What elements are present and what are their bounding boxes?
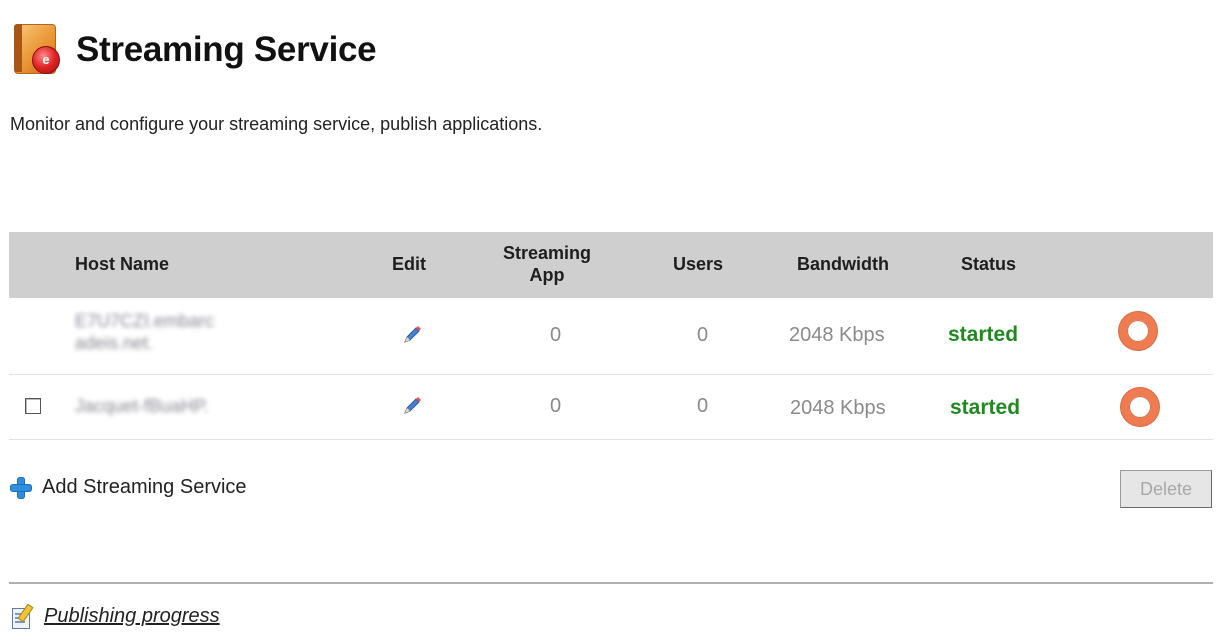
edit-pencil-icon[interactable] [401,395,423,417]
column-host-name: Host Name [75,254,170,274]
host-name: E7U7CZI.embarc adeis.net. [75,310,214,354]
stop-service-icon[interactable] [1121,388,1159,426]
users-count: 0 [697,324,709,346]
publishing-progress-icon [10,603,34,629]
bandwidth-value: 2048 Kbps [790,397,886,419]
status-badge: started [950,396,1021,419]
streaming-services-table: Host Name Edit Streaming App Users Bandw… [9,232,1213,440]
streaming-service-icon: e [12,22,62,78]
host-name-line1: Jacquet-fBuaHP. [75,396,209,416]
column-bandwidth: Bandwidth [797,254,889,274]
streaming-service-page: e Streaming Service Monitor and configur… [0,0,1220,640]
column-edit: Edit [392,254,426,274]
page-header: e Streaming Service [12,20,377,80]
table-header: Host Name Edit Streaming App Users Bandw… [9,232,1213,298]
column-streaming-app-line2: App [529,265,565,285]
plus-icon [10,476,32,499]
stop-service-icon[interactable] [1119,312,1157,350]
column-streaming-app-line1: Streaming [503,243,592,263]
status-badge: started [948,323,1019,346]
add-streaming-service-link[interactable]: Add Streaming Service [10,476,247,499]
users-count: 0 [697,395,709,417]
page-description: Monitor and configure your streaming ser… [10,114,543,134]
delete-button[interactable]: Delete [1120,470,1212,508]
add-streaming-service-label: Add Streaming Service [42,476,247,498]
table-row: Jacquet-fBuaHP. 0 0 2048 Kbps started [9,375,1213,440]
streaming-app-count: 0 [550,395,562,417]
host-name: Jacquet-fBuaHP. [75,395,209,417]
page-title: Streaming Service [76,30,377,69]
column-status: Status [961,254,1017,274]
column-users: Users [673,254,724,274]
host-name-line1: E7U7CZI.embarc [75,311,215,331]
publishing-progress-link[interactable]: Publishing progress [10,603,220,629]
publishing-progress-label: Publishing progress [44,604,220,627]
divider [9,582,1213,584]
column-streaming-app: Streaming App [503,242,591,286]
bandwidth-value: 2048 Kbps [789,324,885,346]
edit-pencil-icon[interactable] [401,324,423,346]
table-row: E7U7CZI.embarc adeis.net. 0 0 2048 Kbps … [9,298,1213,375]
host-name-line2: adeis.net. [75,333,154,353]
streaming-app-count: 0 [550,324,562,346]
row-select-checkbox[interactable] [25,398,41,414]
